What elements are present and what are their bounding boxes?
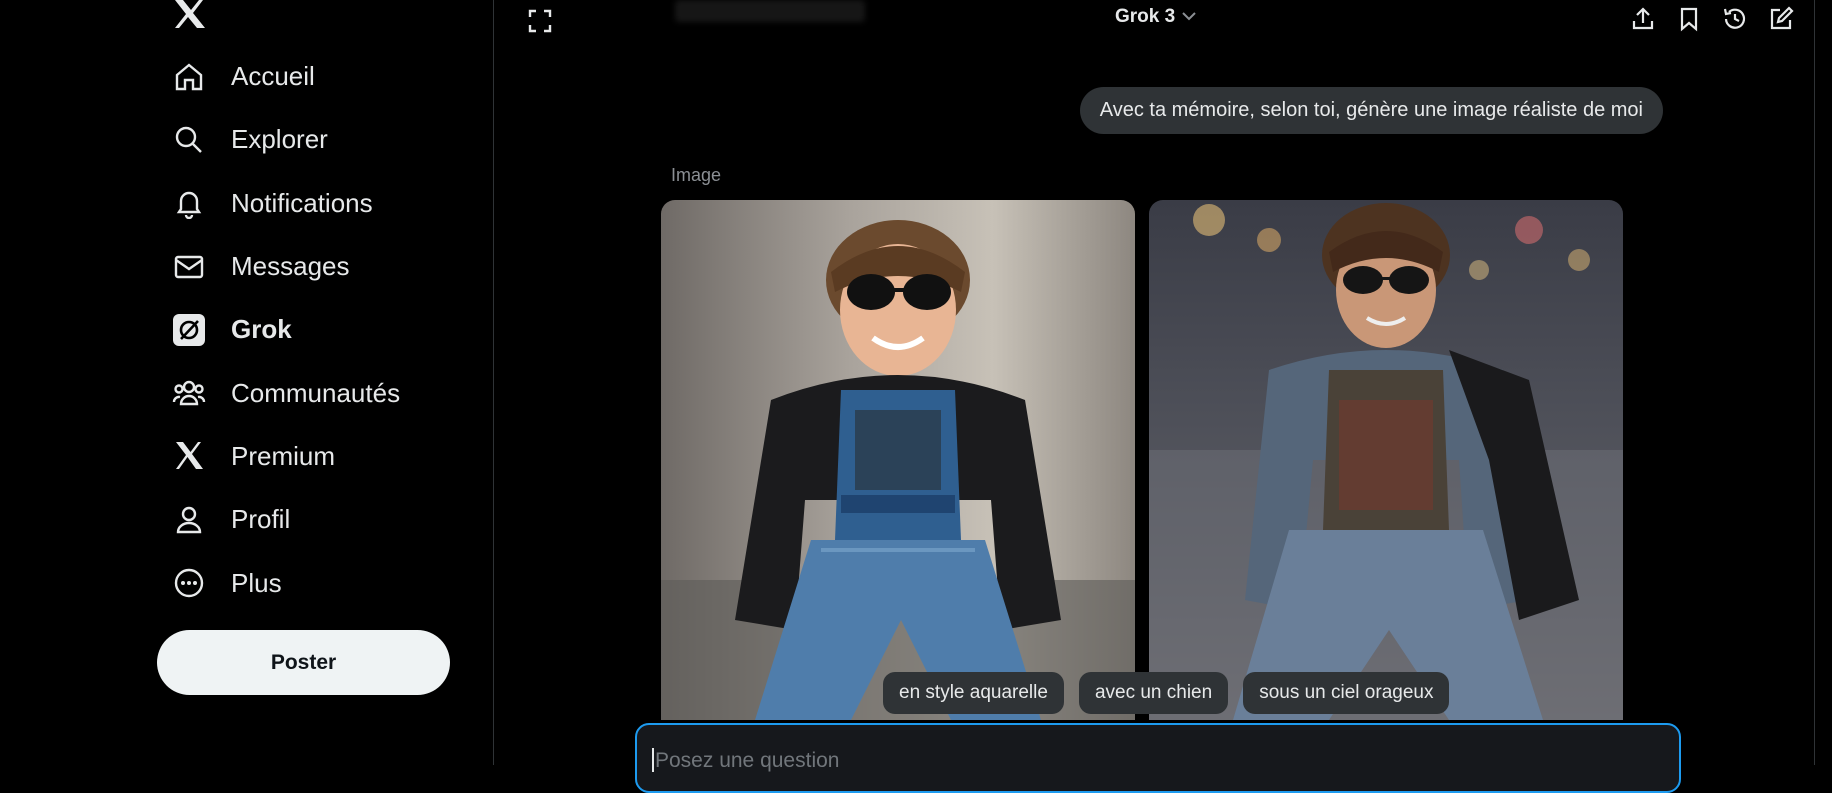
bell-icon	[172, 186, 206, 220]
grok-chat-panel: Grok 3 Avec ta mémoire, selon toi, génèr…	[495, 0, 1815, 793]
sidebar: Accueil Explorer Notifications Messages …	[0, 0, 494, 765]
sidebar-item-notifications[interactable]: Notifications	[150, 172, 470, 235]
header-actions	[1628, 4, 1796, 34]
more-circle-icon	[172, 566, 206, 600]
bookmark-icon[interactable]	[1674, 4, 1704, 34]
sidebar-item-label: Accueil	[231, 61, 315, 92]
sidebar-item-label: Plus	[231, 567, 282, 598]
question-input[interactable]	[653, 745, 1557, 777]
suggestion-chip[interactable]: avec un chien	[1078, 672, 1229, 714]
sidebar-item-label: Premium	[231, 440, 336, 471]
suggestion-chip[interactable]: en style aquarelle	[883, 672, 1064, 714]
composer[interactable]	[635, 723, 1681, 793]
expand-icon[interactable]	[525, 6, 555, 36]
sidebar-item-explorer[interactable]: Explorer	[150, 108, 470, 171]
sidebar-item-messages[interactable]: Messages	[150, 235, 470, 298]
history-icon[interactable]	[1720, 4, 1750, 34]
post-button[interactable]: Poster	[157, 630, 450, 695]
sidebar-item-accueil[interactable]: Accueil	[150, 45, 470, 108]
sidebar-item-grok[interactable]: Grok	[150, 298, 470, 361]
search-icon	[172, 123, 206, 157]
conversation-title-blurred	[675, 0, 865, 22]
sidebar-item-communautes[interactable]: Communautés	[150, 361, 470, 424]
mail-icon	[172, 250, 206, 284]
model-name: Grok 3	[1115, 6, 1176, 27]
sidebar-item-plus[interactable]: Plus	[150, 551, 470, 614]
sidebar-item-profil[interactable]: Profil	[150, 488, 470, 551]
generated-image-2[interactable]	[1149, 200, 1623, 720]
chevron-down-icon	[1181, 6, 1197, 28]
generated-image-1[interactable]	[661, 200, 1135, 720]
sidebar-item-premium[interactable]: Premium	[150, 425, 470, 488]
sidebar-item-label: Explorer	[231, 124, 328, 155]
sidebar-item-label: Grok	[231, 314, 292, 345]
x-logo-icon[interactable]	[172, 0, 208, 30]
share-icon[interactable]	[1628, 4, 1658, 34]
x-logo-icon	[172, 439, 206, 473]
grok-icon	[172, 313, 206, 347]
sidebar-nav: Accueil Explorer Notifications Messages …	[150, 45, 470, 615]
model-selector[interactable]: Grok 3	[1115, 6, 1197, 28]
new-chat-icon[interactable]	[1766, 4, 1796, 34]
sidebar-item-label: Communautés	[231, 377, 401, 408]
sidebar-item-label: Messages	[231, 251, 350, 282]
user-message-bubble: Avec ta mémoire, selon toi, génère une i…	[1079, 87, 1663, 134]
sidebar-item-label: Profil	[231, 504, 291, 535]
suggestion-chips: en style aquarelle avec un chien sous un…	[883, 672, 1450, 714]
home-icon	[172, 60, 206, 94]
person-icon	[172, 503, 206, 537]
suggestion-chip[interactable]: sous un ciel orageux	[1243, 672, 1450, 714]
sidebar-item-label: Notifications	[231, 187, 373, 218]
image-section-label: Image	[671, 165, 722, 185]
communities-icon	[172, 376, 206, 410]
